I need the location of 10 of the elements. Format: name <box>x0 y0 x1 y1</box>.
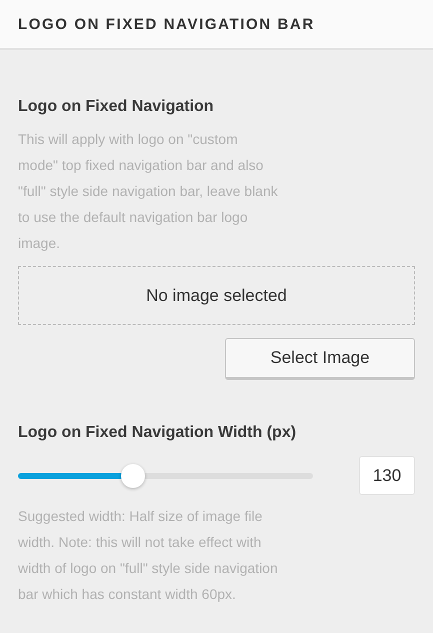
section-title: LOGO ON FIXED NAVIGATION BAR <box>18 16 315 32</box>
setting-label: Logo on Fixed Navigation Width (px) <box>18 424 298 442</box>
width-slider[interactable] <box>18 464 313 488</box>
setting-label: Logo on Fixed Navigation <box>18 98 215 116</box>
setting-description: Suggested width: Half size of image file width. Note: this will not take effect with width of logo on "full" style side navigation bar which has constant width 60px. <box>18 507 279 604</box>
width-input[interactable]: 130 <box>359 456 415 495</box>
setting-description: This will apply with logo on "custom mode" top fixed navigation bar and also "full" style side navigation bar, leave blank to use the default navigation bar logo image. <box>18 130 279 253</box>
image-preview: No image selected <box>18 266 415 325</box>
select-image-button[interactable]: Select Image <box>225 338 415 380</box>
slider-thumb[interactable] <box>121 464 146 488</box>
